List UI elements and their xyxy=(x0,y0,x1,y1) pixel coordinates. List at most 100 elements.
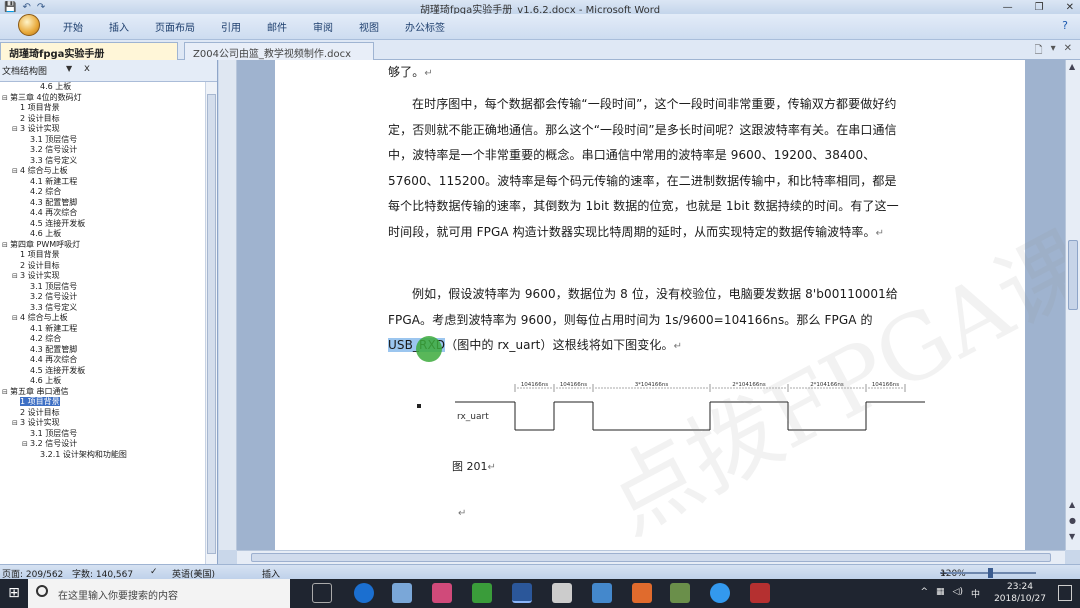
app-icon[interactable] xyxy=(392,583,412,603)
minimize-icon[interactable]: — xyxy=(1003,2,1013,13)
zoom-slider[interactable] xyxy=(940,567,1036,578)
document-map-item[interactable]: ⊟ 4 综合与上板 xyxy=(0,166,205,177)
expand-toggle-icon[interactable]: ⊟ xyxy=(2,387,10,398)
document-map-item[interactable]: 4.1 新建工程 xyxy=(0,324,205,335)
document-map-item[interactable]: 3.2 信号设计 xyxy=(0,145,205,156)
spell-check-icon[interactable]: ✓ xyxy=(150,567,158,577)
ribbon-tab[interactable]: 插入 xyxy=(100,19,138,34)
document-map-item[interactable]: 1 项目背景 xyxy=(0,250,205,261)
expand-toggle-icon[interactable]: ⊟ xyxy=(12,166,20,177)
app-icon[interactable] xyxy=(710,583,730,603)
new-doc-icon[interactable]: 🗋 xyxy=(1035,43,1043,60)
document-map-item[interactable]: ⊟ 3.2 信号设计 xyxy=(0,439,205,450)
clock-date[interactable]: 2018/10/27 xyxy=(990,594,1050,604)
ribbon-tab[interactable]: 办公标签 xyxy=(396,19,454,34)
document-map-item[interactable]: 4.6 上板 xyxy=(0,82,205,93)
taskbar-search-box[interactable]: 在这里输入你要搜索的内容 xyxy=(28,579,290,608)
expand-toggle-icon[interactable]: ⊟ xyxy=(2,240,10,251)
chevron-down-icon[interactable]: ▾ xyxy=(1051,43,1056,60)
app-icon[interactable] xyxy=(670,583,690,603)
document-map-item[interactable]: 1 项目背景 xyxy=(0,397,205,408)
document-map-item[interactable]: 4.3 配置管脚 xyxy=(0,345,205,356)
app-icon[interactable] xyxy=(632,583,652,603)
doc-tab[interactable]: Z004公司由篮_教学视频制作.docx xyxy=(184,42,374,60)
ribbon-tab[interactable]: 引用 xyxy=(212,19,250,34)
expand-toggle-icon[interactable]: ⊟ xyxy=(12,271,20,282)
horizontal-scrollbar[interactable] xyxy=(237,550,1065,564)
ribbon-tab[interactable]: 页面布局 xyxy=(146,19,204,34)
ribbon-tab[interactable]: 审阅 xyxy=(304,19,342,34)
document-map-item[interactable]: 4.4 再次综合 xyxy=(0,208,205,219)
document-map-item[interactable]: ⊟ 3 设计实现 xyxy=(0,124,205,135)
document-map-item[interactable]: 2 设计目标 xyxy=(0,114,205,125)
paragraph[interactable]: 在时序图中，每个数据都会传输“一段时间”，这个一段时间非常重要，传输双方都要做好… xyxy=(388,92,900,246)
document-map-item[interactable]: ⊟ 3 设计实现 xyxy=(0,271,205,282)
document-map-item[interactable]: ⊟ 3 设计实现 xyxy=(0,418,205,429)
chevron-up-icon[interactable]: ^ xyxy=(920,587,928,600)
document-map-item[interactable]: 4.5 连接开发板 xyxy=(0,366,205,377)
document-map-item[interactable]: 1 项目背景 xyxy=(0,103,205,114)
scrollbar-thumb[interactable] xyxy=(251,553,1051,562)
expand-toggle-icon[interactable]: ⊟ xyxy=(12,418,20,429)
expand-toggle-icon[interactable]: ⊟ xyxy=(12,313,20,324)
clock-time[interactable]: 23:24 xyxy=(990,582,1050,592)
ribbon-tab[interactable]: 开始 xyxy=(54,19,92,34)
document-map-item[interactable]: 2 设计目标 xyxy=(0,408,205,419)
close-icon[interactable]: ✕ xyxy=(1064,43,1072,60)
app-icon[interactable] xyxy=(592,583,612,603)
network-icon[interactable]: ▦ xyxy=(936,587,945,600)
browse-object-icon[interactable]: ● xyxy=(1069,516,1076,525)
document-map-item[interactable]: 4.3 配置管脚 xyxy=(0,198,205,209)
document-map-item[interactable]: 4.1 新建工程 xyxy=(0,177,205,188)
document-map-item[interactable]: 3.3 信号定义 xyxy=(0,303,205,314)
document-map-item[interactable]: 3.1 顶层信号 xyxy=(0,135,205,146)
zoom-slider-knob[interactable] xyxy=(988,567,993,578)
document-map-item[interactable]: ⊟ 第五章 串口通信 xyxy=(0,387,205,398)
doc-tab-active[interactable]: 胡瑾琦fpga实验手册_v1.6.2.docx × xyxy=(0,42,178,71)
document-map-item[interactable]: 3.2.1 设计架构和功能图 xyxy=(0,450,205,461)
paragraph[interactable]: 够了。↵ xyxy=(388,60,900,87)
timing-diagram[interactable]: rx_uart 104166ns 104166ns 3*104166ns 2*1041… xyxy=(445,376,945,446)
app-icon[interactable] xyxy=(472,583,492,603)
document-map-item[interactable]: 4.5 连接开发板 xyxy=(0,219,205,230)
document-map-item[interactable]: 3.1 顶层信号 xyxy=(0,282,205,293)
app-icon[interactable] xyxy=(432,583,452,603)
expand-toggle-icon[interactable]: ⊟ xyxy=(12,124,20,135)
scroll-up-icon[interactable]: ▲ xyxy=(1069,62,1075,71)
ribbon-tab[interactable]: 邮件 xyxy=(258,19,296,34)
document-map-item[interactable]: 4.4 再次综合 xyxy=(0,355,205,366)
expand-toggle-icon[interactable]: ⊟ xyxy=(2,93,10,104)
next-page-icon[interactable]: ▼ xyxy=(1069,532,1075,541)
chevron-down-icon[interactable]: ▼ xyxy=(66,64,72,73)
scrollbar-thumb[interactable] xyxy=(207,94,216,554)
app-icon[interactable] xyxy=(750,583,770,603)
word-icon[interactable] xyxy=(512,583,532,603)
document-map-item[interactable]: ⊟ 4 综合与上板 xyxy=(0,313,205,324)
start-button[interactable]: ⊞ xyxy=(0,579,28,608)
document-map-item[interactable]: 3.2 信号设计 xyxy=(0,292,205,303)
document-map-item[interactable]: ⊟ 第三章 4位的数码灯 xyxy=(0,93,205,104)
document-map-item[interactable]: 4.2 综合 xyxy=(0,187,205,198)
task-view-icon[interactable] xyxy=(312,583,332,603)
document-map-item[interactable]: 4.6 上板 xyxy=(0,376,205,387)
office-button[interactable] xyxy=(18,14,40,36)
document-map-item[interactable]: 2 设计目标 xyxy=(0,261,205,272)
scrollbar-thumb[interactable] xyxy=(1068,240,1078,310)
document-map-item[interactable]: 4.6 上板 xyxy=(0,229,205,240)
ime-indicator[interactable]: 中 xyxy=(971,587,980,600)
prev-page-icon[interactable]: ▲ xyxy=(1069,500,1075,509)
ribbon-tab[interactable]: 视图 xyxy=(350,19,388,34)
restore-icon[interactable]: ❐ xyxy=(1035,2,1044,13)
close-icon[interactable]: x xyxy=(84,63,90,74)
document-map-item[interactable]: 4.2 综合 xyxy=(0,334,205,345)
calculator-icon[interactable] xyxy=(552,583,572,603)
close-icon[interactable]: ✕ xyxy=(1066,2,1074,13)
document-page[interactable]: 够了。↵ 在时序图中，每个数据都会传输“一段时间”，这个一段时间非常重要，传输双… xyxy=(275,60,1065,550)
notification-icon[interactable] xyxy=(1058,585,1072,601)
volume-icon[interactable]: ◁) xyxy=(953,587,963,600)
document-map-item[interactable]: 3.1 顶层信号 xyxy=(0,429,205,440)
edge-icon[interactable] xyxy=(354,583,374,603)
zoom-in-icon[interactable]: + xyxy=(940,569,948,579)
document-map-item[interactable]: 3.3 信号定义 xyxy=(0,156,205,167)
paragraph[interactable]: 例如，假设波特率为 9600，数据位为 8 位，没有校验位，电脑要发数据 8'b… xyxy=(388,282,900,360)
